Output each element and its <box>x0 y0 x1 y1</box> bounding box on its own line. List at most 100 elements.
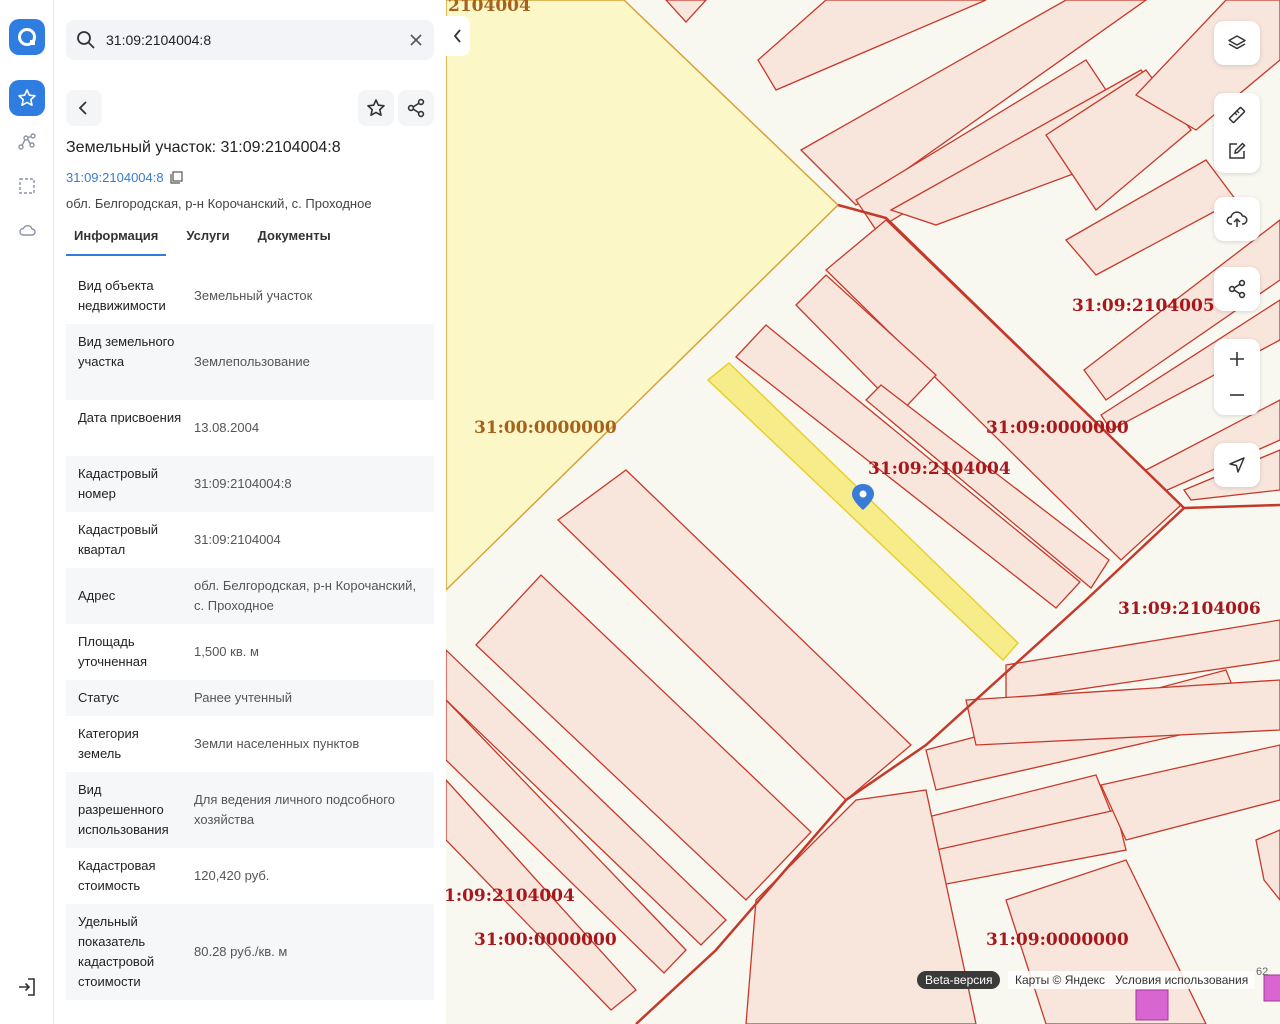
info-panel: 31:09:2104004:8 Земельный участок: 31:09… <box>54 0 446 1024</box>
map-share-button[interactable] <box>1214 267 1260 311</box>
table-row: Площадь уточненная 1,500 кв. м <box>66 624 434 680</box>
row-key: Кадастровый номер <box>78 466 159 501</box>
table-row: Кадастровая стоимость 120,420 руб. <box>66 848 434 904</box>
parcel <box>665 0 707 23</box>
upload-cloud-icon[interactable] <box>1214 197 1260 241</box>
star-icon <box>367 99 385 116</box>
row-key: Вид разрешенного использования <box>78 782 169 837</box>
poi-marker <box>1135 989 1169 1021</box>
share-icon[interactable] <box>1214 267 1260 311</box>
table-row: Кадастровый квартал 31:09:2104004 <box>66 512 434 568</box>
table-row: Вид разрешенного использования Для веден… <box>66 772 434 848</box>
tab-information[interactable]: Информация <box>66 226 167 256</box>
favorites-icon[interactable] <box>9 80 45 116</box>
row-value: 13.08.2004 <box>194 420 260 435</box>
copy-icon[interactable] <box>170 171 183 184</box>
row-value: Землепользование <box>194 354 310 369</box>
share-button[interactable] <box>398 90 434 126</box>
row-key: Вид объекта недвижимости <box>78 278 166 313</box>
row-key: Площадь уточненная <box>78 634 148 669</box>
row-value: Ранее учтенный <box>194 690 292 705</box>
terms-link[interactable]: Условия использования <box>1115 971 1248 989</box>
cadastral-number-link[interactable]: 31:09:2104004:8 <box>66 170 183 185</box>
area-select-icon[interactable] <box>9 168 45 204</box>
map-label: 31:09:2104005 <box>1072 296 1215 316</box>
zoom-readout: 62 <box>1256 966 1269 978</box>
map-label: 31:09:0000000 <box>986 418 1129 438</box>
upload-button[interactable] <box>1214 197 1260 241</box>
search-icon <box>75 29 97 56</box>
geolocate-button[interactable] <box>1214 443 1260 487</box>
row-value: 120,420 руб. <box>194 868 270 883</box>
row-key: Статус <box>78 690 120 705</box>
map-canvas[interactable] <box>446 0 1280 1024</box>
row-key: Адрес <box>78 588 116 603</box>
poi-marker <box>1263 974 1280 1002</box>
zoom-in-icon[interactable] <box>1214 341 1260 377</box>
row-key: Кадастровый квартал <box>78 522 159 557</box>
map-attribution: Карты © Яндекс Условия использования <box>1008 971 1256 989</box>
layers-icon[interactable] <box>1214 21 1260 65</box>
chevron-left-icon <box>453 29 461 43</box>
table-row: Вид объекта недвижимости Земельный участ… <box>66 268 434 324</box>
row-value: Земельный участок <box>194 288 313 303</box>
tab-services[interactable]: Услуги <box>178 226 237 256</box>
app-logo-icon[interactable] <box>9 19 45 55</box>
search-box[interactable]: 31:09:2104004:8 <box>66 20 434 60</box>
map-label: 31:09:0000000 <box>986 930 1129 950</box>
row-value: 31:09:2104004:8 <box>194 476 292 491</box>
row-value: 80.28 руб./кв. м <box>194 944 288 959</box>
info-table: Вид объекта недвижимости Земельный участ… <box>66 268 434 1000</box>
block-boundary <box>1183 503 1280 510</box>
chevron-left-icon <box>78 101 87 115</box>
map-label: 2104004 <box>448 0 531 16</box>
attribution-text[interactable]: Карты © Яндекс <box>1015 971 1105 989</box>
row-value: 1,500 кв. м <box>194 644 259 659</box>
edit-icon[interactable] <box>1214 133 1260 169</box>
layers-button[interactable] <box>1214 21 1260 65</box>
map-label: 31:00:0000000 <box>474 930 617 950</box>
parcel <box>1100 744 1280 841</box>
cloud-icon[interactable] <box>9 212 45 248</box>
clear-search-icon[interactable] <box>407 31 425 54</box>
tab-bar: Информация Услуги Документы <box>66 226 351 256</box>
zoom-out-icon[interactable] <box>1214 377 1260 413</box>
left-rail <box>0 0 54 1024</box>
share-icon <box>407 98 425 118</box>
object-address: обл. Белгородская, р-н Корочанский, с. П… <box>66 196 372 211</box>
row-value: обл. Белгородская, р-н Корочанский, с. П… <box>194 578 417 613</box>
cadastral-map[interactable] <box>446 0 1280 1024</box>
search-input[interactable]: 31:09:2104004:8 <box>106 32 211 48</box>
favorite-button[interactable] <box>358 90 394 126</box>
logout-icon[interactable] <box>16 976 38 1003</box>
ruler-icon[interactable] <box>1214 97 1260 133</box>
table-row: Дата присвоения 13.08.2004 <box>66 400 434 456</box>
row-value: 31:09:2104004 <box>194 532 281 547</box>
object-title: Земельный участок: 31:09:2104004:8 <box>66 139 341 156</box>
map-label: 31:00:0000000 <box>474 418 617 438</box>
navigation-arrow-icon[interactable] <box>1214 443 1260 487</box>
table-row: Категория земель Земли населенных пункто… <box>66 716 434 772</box>
map-label: 31:09:2104004 <box>868 459 1011 479</box>
table-row: Удельный показатель кадастровой стоимост… <box>66 904 434 1000</box>
row-value: Земли населенных пунктов <box>194 736 360 751</box>
cadastral-number-text[interactable]: 31:09:2104004:8 <box>66 170 164 185</box>
row-key: Вид земельного участка <box>78 334 175 369</box>
collapse-panel-button[interactable] <box>446 16 470 56</box>
map-label: 31:09:2104006 <box>1118 599 1261 619</box>
table-row: Адрес обл. Белгородская, р-н Корочанский… <box>66 568 434 624</box>
back-button[interactable] <box>66 90 102 126</box>
row-key: Дата присвоения <box>78 410 182 425</box>
row-key: Категория земель <box>78 726 139 761</box>
route-icon[interactable] <box>9 124 45 160</box>
tab-documents[interactable]: Документы <box>250 226 339 256</box>
table-row: Вид земельного участка Землепользование <box>66 324 434 400</box>
beta-badge: Beta-версия <box>917 971 1001 989</box>
row-value: Для ведения личного подсобного хозяйства <box>194 792 395 827</box>
table-row: Статус Ранее учтенный <box>66 680 434 716</box>
zoom-controls <box>1214 339 1260 415</box>
table-row: Кадастровый номер 31:09:2104004:8 <box>66 456 434 512</box>
parcel <box>1255 829 1280 902</box>
row-key: Кадастровая стоимость <box>78 858 156 893</box>
measure-tools <box>1214 93 1260 173</box>
